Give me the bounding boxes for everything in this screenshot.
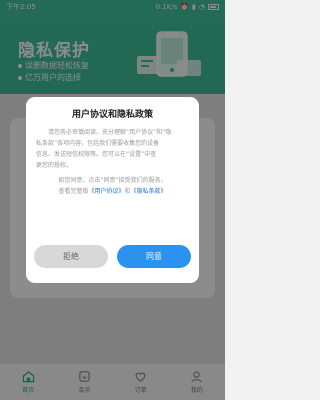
links-prefix: 查看完整版 bbox=[58, 188, 89, 195]
agree-hint: 如您同意，点击“同意”接受我们的服务。 bbox=[58, 177, 167, 184]
agree-button[interactable]: 同意 bbox=[117, 245, 191, 268]
dialog-title: 用户协议和隐私政策 bbox=[71, 110, 153, 120]
privacy-dialog: 用户协议和隐私政策 请您务必审慎阅读、充分理解“用户协议”和“隐 私条款”各项内… bbox=[26, 97, 199, 283]
dialog-line: 请您务必审慎阅读、充分理解“用户协议”和“隐 bbox=[48, 129, 172, 136]
dialog-line: 更您的授权。 bbox=[36, 162, 73, 169]
dialog-line: 信息、发送短信权限等。您可以在“设置”中查 bbox=[36, 151, 157, 158]
reject-button[interactable]: 拒绝 bbox=[34, 245, 108, 268]
dialog-body: 请您务必审慎阅读、充分理解“用户协议”和“隐 私条款”各项内容，包括我们需要收集… bbox=[36, 127, 189, 197]
dialog-line: 私条款”各项内容，包括我们需要收集您的设备 bbox=[36, 140, 160, 147]
user-agreement-link[interactable]: 《用户协议》 bbox=[88, 188, 124, 195]
privacy-policy-link[interactable]: 《隐私条款》 bbox=[131, 188, 167, 195]
agreement-links: 查看完整版《用户协议》和《隐私条款》 bbox=[36, 186, 189, 197]
dialog-paragraph: 请您务必审慎阅读、充分理解“用户协议”和“隐 私条款”各项内容，包括我们需要收集… bbox=[36, 127, 189, 171]
